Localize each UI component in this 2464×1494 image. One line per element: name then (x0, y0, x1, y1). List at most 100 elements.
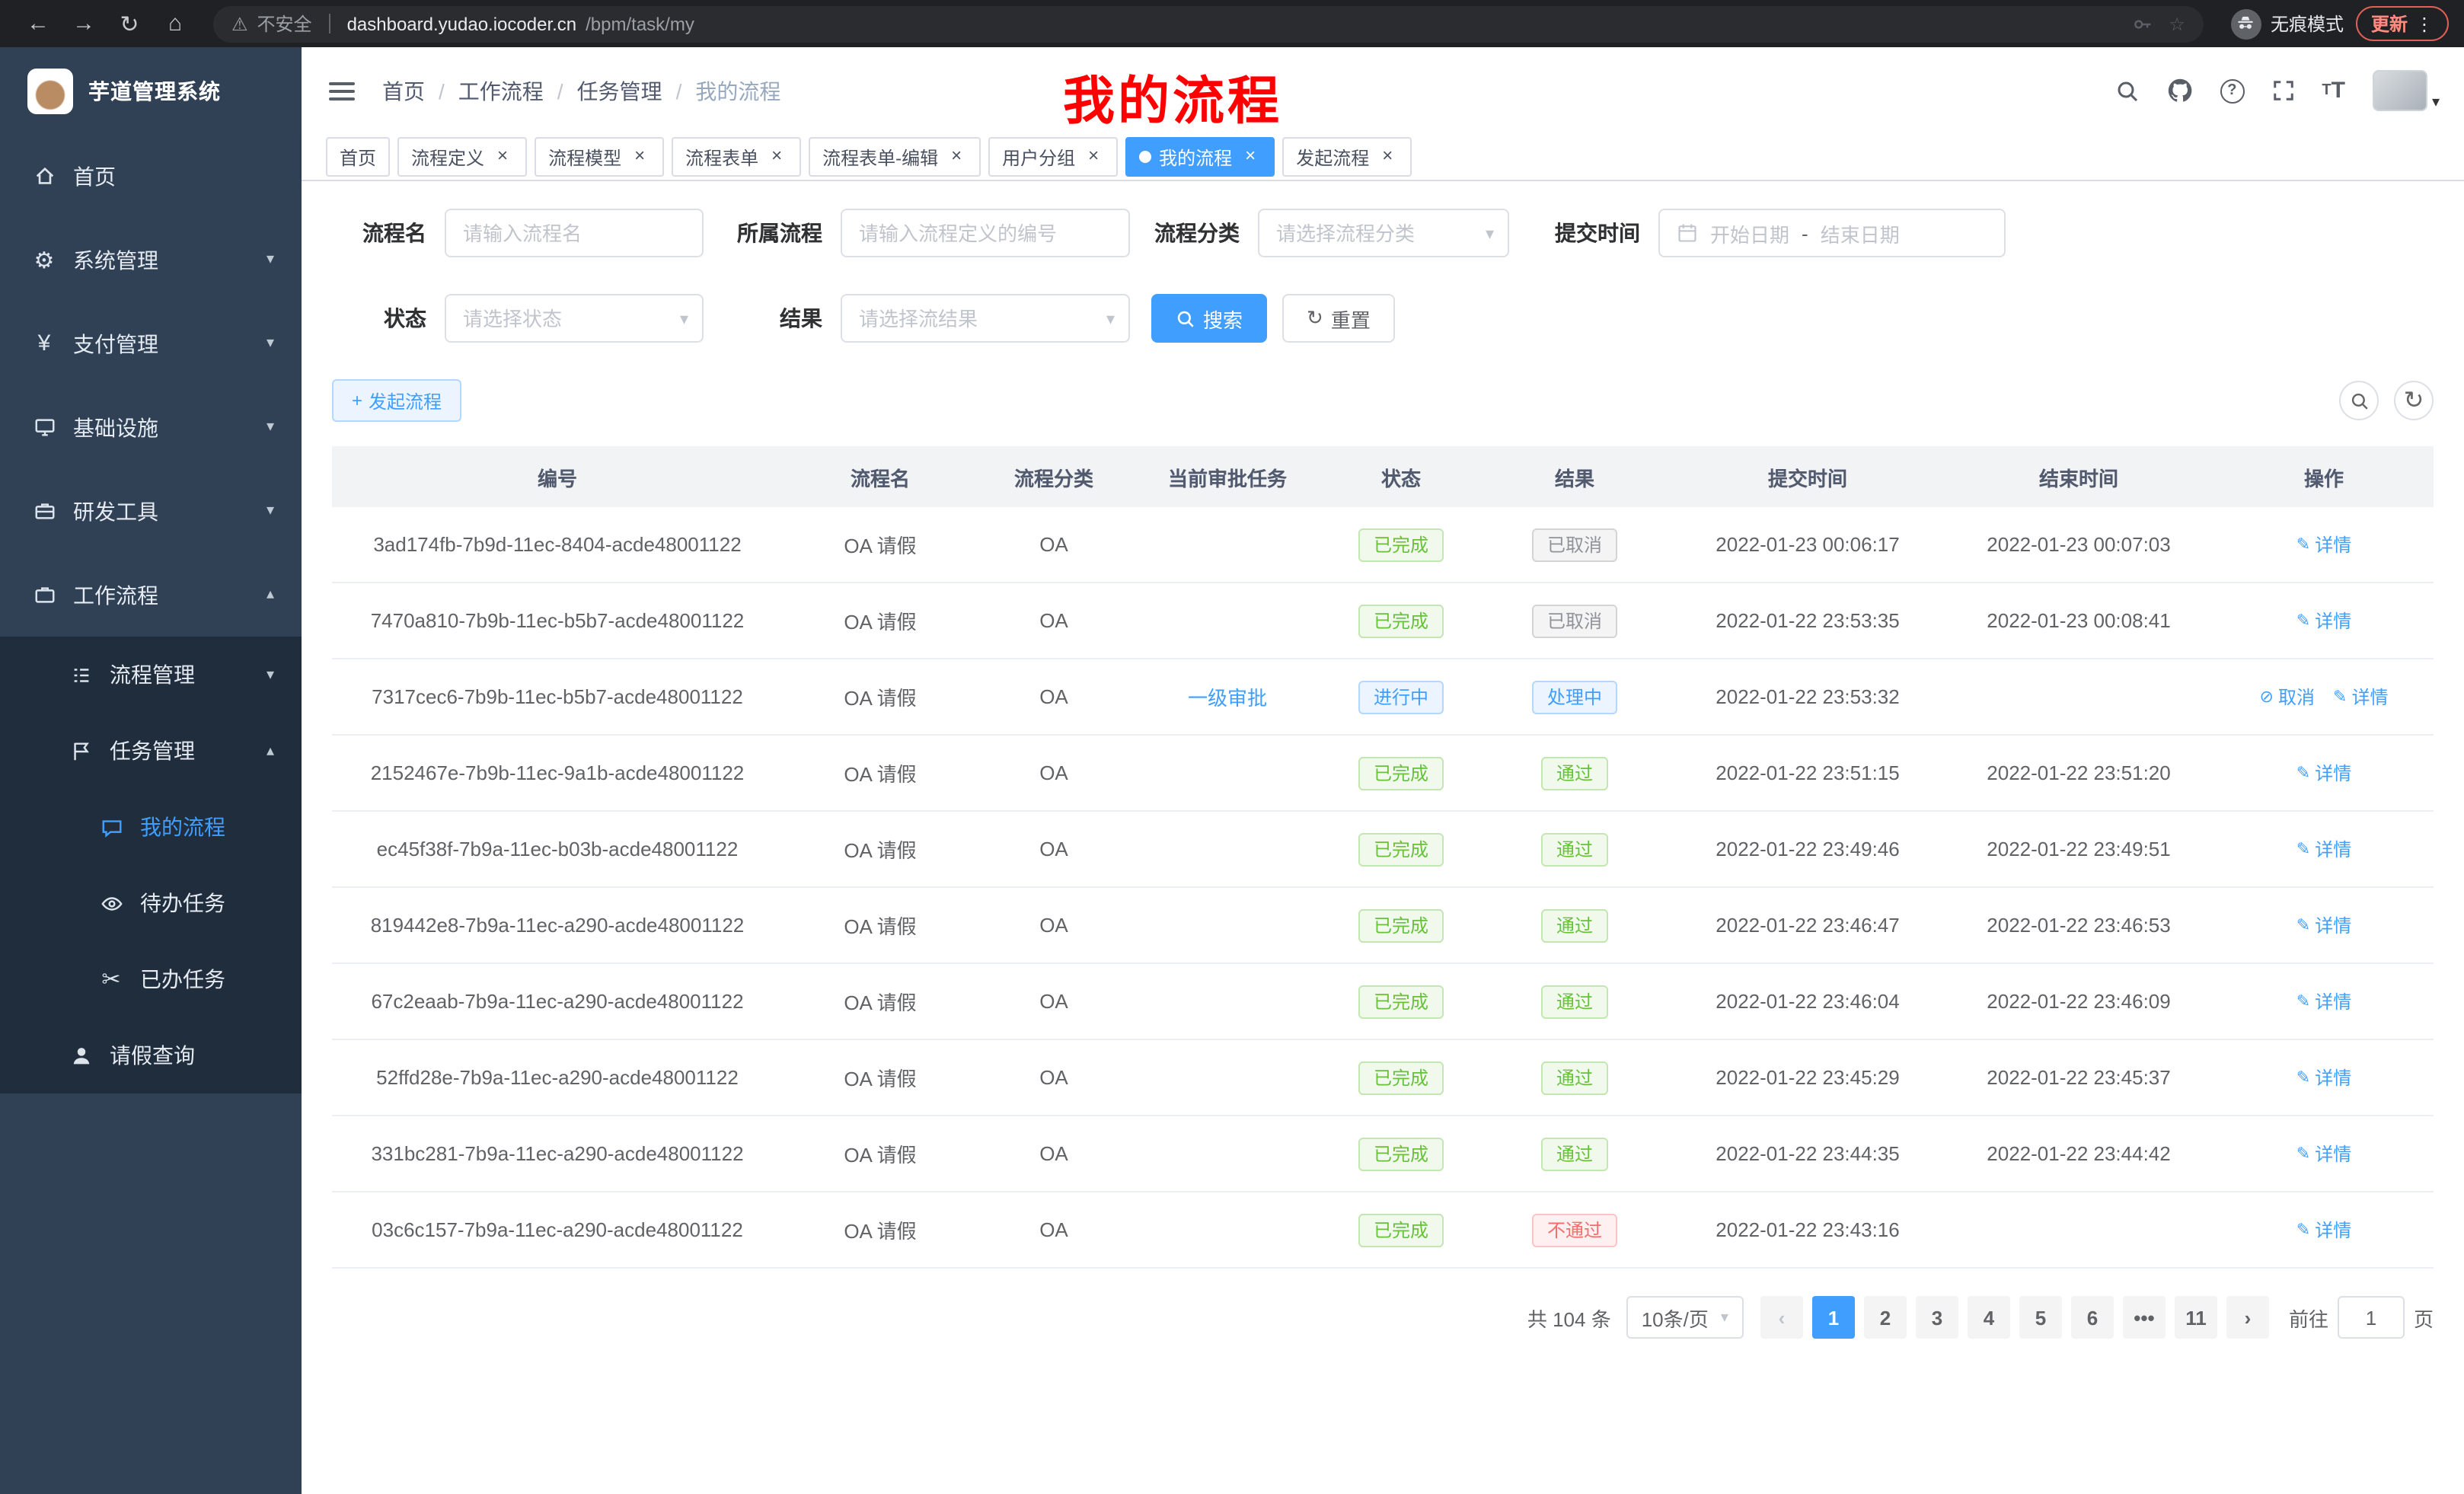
next-page-button[interactable]: › (2226, 1296, 2269, 1339)
page-button[interactable]: 6 (2071, 1296, 2114, 1339)
sidebar-item-payment[interactable]: ¥ 支付管理 ▾ (0, 302, 302, 385)
active-dot-icon (1139, 151, 1151, 163)
sidebar-item-workflow[interactable]: 工作流程 ▴ (0, 553, 302, 637)
sidebar-item-system[interactable]: ⚙ 系统管理 ▾ (0, 218, 302, 302)
sidebar-item-infra[interactable]: 基础设施 ▾ (0, 385, 302, 469)
page-size-select[interactable]: 10条/页 ▾ (1626, 1296, 1744, 1339)
tab[interactable]: 发起流程× (1282, 137, 1412, 177)
page-button[interactable]: ••• (2123, 1296, 2166, 1339)
sidebar-item-done-tasks[interactable]: ✂ 已办任务 (0, 941, 302, 1017)
cell-process-name: OA 请假 (783, 1215, 978, 1244)
prev-page-button[interactable]: ‹ (1760, 1296, 1803, 1339)
user-avatar[interactable]: ▾ (2373, 70, 2440, 111)
breadcrumb-item[interactable]: 任务管理 (577, 75, 662, 106)
cell-category: OA (978, 914, 1130, 937)
detail-action[interactable]: ✎详情 (2296, 836, 2351, 862)
search-icon[interactable] (2115, 78, 2139, 103)
cell-result: 已取消 (1477, 528, 1672, 561)
process-def-input[interactable] (859, 222, 1112, 244)
category-select[interactable]: ▾ (1258, 209, 1509, 257)
browser-menu-icon[interactable]: ⋮ (2415, 13, 2434, 34)
process-name-input[interactable] (463, 222, 685, 244)
help-icon[interactable]: ? (2220, 78, 2244, 103)
reset-button[interactable]: ↻ 重置 (1282, 294, 1395, 343)
password-key-icon[interactable] (2132, 13, 2153, 34)
tab-close-icon[interactable]: × (1083, 146, 1104, 168)
action-label: 详情 (2315, 1217, 2351, 1243)
font-size-icon[interactable]: TT (2322, 78, 2345, 104)
tab-close-icon[interactable]: × (1240, 146, 1261, 168)
detail-action[interactable]: ✎详情 (2296, 1065, 2351, 1090)
cell-end-time: 2022-01-22 23:46:53 (1943, 914, 2214, 937)
github-icon[interactable] (2166, 78, 2192, 104)
tab-label: 流程表单 (685, 144, 758, 170)
browser-update-button[interactable]: 更新 ⋮ (2356, 6, 2449, 41)
browser-home-icon[interactable]: ⌂ (158, 7, 192, 40)
submit-time-range-picker[interactable]: 开始日期 - 结束日期 (1658, 209, 2006, 257)
sidebar-item-leave-query[interactable]: 请假查询 (0, 1017, 302, 1093)
status-select-input[interactable] (463, 307, 685, 330)
tab[interactable]: 我的流程× (1125, 137, 1275, 177)
search-button[interactable]: 搜索 (1151, 294, 1267, 343)
sidebar-item-devtools[interactable]: 研发工具 ▾ (0, 469, 302, 553)
result-select-input[interactable] (859, 307, 1112, 330)
status-select[interactable]: ▾ (445, 294, 704, 343)
tab[interactable]: 用户分组× (988, 137, 1118, 177)
security-label[interactable]: 不安全 (257, 11, 312, 37)
browser-reload-icon[interactable]: ↻ (113, 7, 146, 40)
tab-close-icon[interactable]: × (946, 146, 967, 168)
tab-close-icon[interactable]: × (766, 146, 787, 168)
refresh-table-icon[interactable]: ↻ (2394, 381, 2434, 420)
toggle-search-icon[interactable] (2339, 381, 2379, 420)
breadcrumb-item[interactable]: 工作流程 (458, 75, 544, 106)
detail-action[interactable]: ✎详情 (2296, 608, 2351, 634)
detail-action[interactable]: ✎详情 (2333, 684, 2388, 710)
address-bar[interactable]: ⚠ 不安全 dashboard.yudao.iocoder.cn/bpm/tas… (213, 5, 2204, 42)
goto-page-input[interactable] (2338, 1296, 2405, 1339)
tab-close-icon[interactable]: × (492, 146, 513, 168)
tab-close-icon[interactable]: × (629, 146, 650, 168)
detail-action[interactable]: ✎详情 (2296, 988, 2351, 1014)
start-date-placeholder[interactable]: 开始日期 (1710, 219, 1789, 247)
cell-end-time: 2022-01-22 23:51:20 (1943, 761, 2214, 784)
tab[interactable]: 流程表单 × (672, 137, 801, 177)
page-button[interactable]: 5 (2019, 1296, 2062, 1339)
end-date-placeholder[interactable]: 结束日期 (1821, 219, 1900, 247)
sidebar-toggle-icon[interactable] (326, 75, 358, 106)
cell-actions: ✎详情 (2214, 1065, 2434, 1090)
cell-end-time: 2022-01-22 23:46:09 (1943, 990, 2214, 1013)
tab[interactable]: 流程定义× (397, 137, 527, 177)
browser-forward-icon[interactable]: → (67, 7, 101, 40)
tab[interactable]: 流程模型× (535, 137, 664, 177)
page-button[interactable]: 1 (1812, 1296, 1855, 1339)
detail-action[interactable]: ✎详情 (2296, 912, 2351, 938)
cancel-action[interactable]: ⊘取消 (2260, 684, 2315, 710)
cell-status: 进行中 (1325, 680, 1477, 713)
sidebar-item-task-mgmt[interactable]: 任务管理 ▴ (0, 713, 302, 789)
bookmark-star-icon[interactable]: ☆ (2169, 13, 2185, 34)
tab[interactable]: 首页 (326, 137, 390, 177)
page-button[interactable]: 3 (1916, 1296, 1958, 1339)
sidebar-item-home[interactable]: 首页 (0, 134, 302, 218)
cell-current-task[interactable]: 一级审批 (1130, 682, 1325, 711)
sidebar-item-todo-tasks[interactable]: 待办任务 (0, 865, 302, 941)
page-button[interactable]: 4 (1968, 1296, 2010, 1339)
tab[interactable]: 流程表单-编辑× (809, 137, 981, 177)
sidebar-item-process-mgmt[interactable]: 流程管理 ▾ (0, 637, 302, 713)
cell-id: 67c2eaab-7b9a-11ec-a290-acde48001122 (332, 990, 783, 1013)
page-button[interactable]: 2 (1864, 1296, 1907, 1339)
create-process-button[interactable]: + 发起流程 (332, 379, 461, 422)
page-button[interactable]: 11 (2175, 1296, 2217, 1339)
fullscreen-icon[interactable] (2271, 79, 2294, 102)
breadcrumb-item[interactable]: 首页 (382, 75, 425, 106)
detail-action[interactable]: ✎详情 (2296, 760, 2351, 786)
action-label: 详情 (2315, 760, 2351, 786)
sidebar-item-my-process[interactable]: 我的流程 (0, 789, 302, 865)
detail-action[interactable]: ✎详情 (2296, 532, 2351, 557)
detail-action[interactable]: ✎详情 (2296, 1141, 2351, 1167)
tab-close-icon[interactable]: × (1377, 146, 1398, 168)
result-select[interactable]: ▾ (841, 294, 1130, 343)
browser-back-icon[interactable]: ← (21, 7, 55, 40)
category-select-input[interactable] (1276, 222, 1491, 244)
detail-action[interactable]: ✎详情 (2296, 1217, 2351, 1243)
